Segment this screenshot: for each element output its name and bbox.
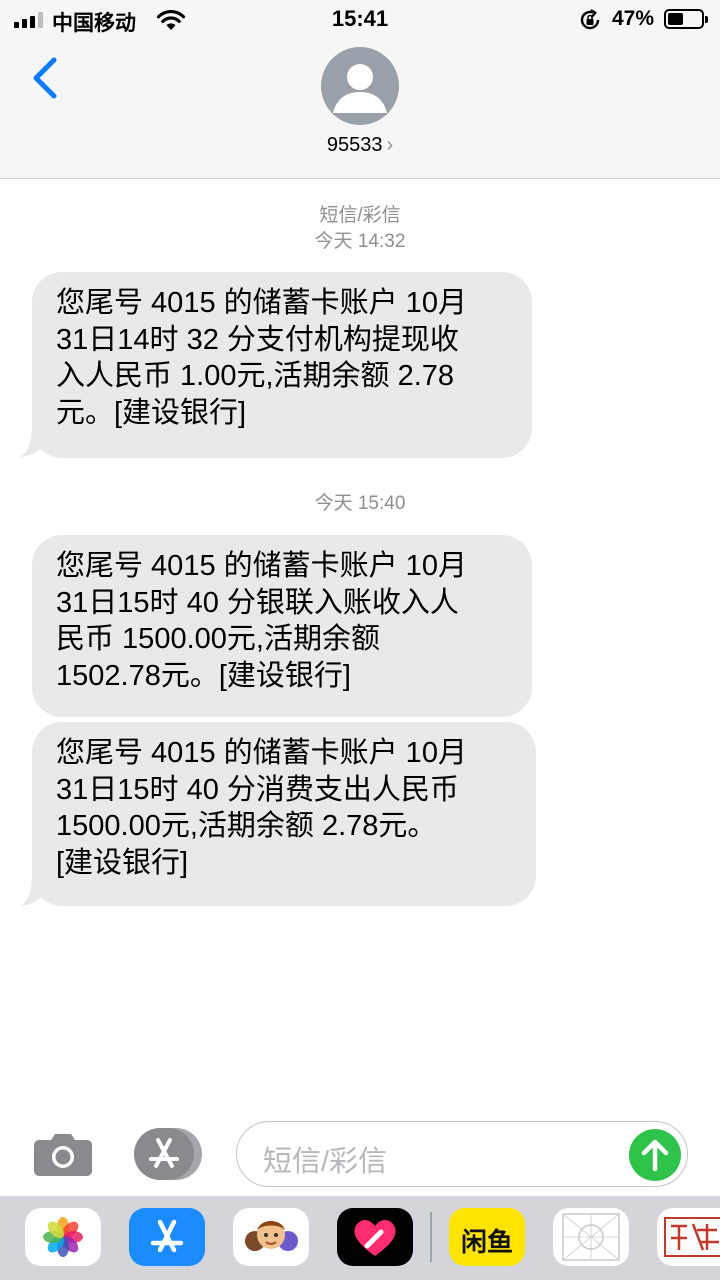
contact-name-button[interactable]: 95533 ›	[0, 134, 720, 157]
message-line: 您尾号 4015 的储蓄卡账户 10月	[56, 287, 467, 319]
send-button[interactable]	[629, 1129, 681, 1181]
message-line: 31日15时 40 分消费支出人民币	[56, 773, 459, 806]
message-line: 入人民币 1.00元,活期余额 2.78	[56, 360, 455, 392]
message-line: 您尾号 4015 的储蓄卡账户 10月	[56, 737, 467, 769]
orientation-lock-icon	[580, 9, 600, 30]
contact-avatar[interactable]	[321, 47, 399, 125]
app-store-app-icon[interactable]	[129, 1208, 205, 1266]
timestamp: 今天 14:32	[314, 231, 406, 252]
camera-button[interactable]	[33, 1132, 93, 1176]
person-icon	[333, 64, 387, 113]
timestamp: 今天 15:40	[314, 493, 406, 514]
message-line: 民币 1500.00元,活期余额	[56, 623, 380, 655]
status-bar: 中国移动 15:41 47%	[0, 0, 720, 40]
message-bubble[interactable]: 您尾号 4015 的储蓄卡账户 10月 31日15时 40 分消费支出人民币 1…	[32, 722, 536, 906]
photos-app-icon[interactable]	[25, 1208, 101, 1266]
xianyu-app-icon[interactable]: 闲鱼	[449, 1208, 525, 1266]
seal-stamp-app-icon[interactable]	[657, 1208, 720, 1266]
app-store-button[interactable]	[134, 1128, 204, 1180]
message-line: 31日15时 40 分银联入账收入人	[56, 586, 459, 619]
back-button[interactable]	[26, 52, 66, 104]
digital-touch-app-icon[interactable]	[337, 1208, 413, 1266]
contact-name: 95533	[326, 134, 383, 156]
xianyu-app-label: 闲鱼	[460, 1228, 513, 1258]
imessage-app-drawer: 闲鱼	[0, 1196, 720, 1280]
message-line: 1500.00元,活期余额 2.78元。	[56, 810, 437, 842]
conversation-header: 95533 ›	[0, 40, 720, 179]
message-line: [建设银行]	[56, 846, 189, 879]
message-bubble[interactable]: 您尾号 4015 的储蓄卡账户 10月 31日15时 40 分银联入账收入人 民…	[32, 535, 532, 717]
battery-icon	[664, 9, 708, 29]
message-bubble[interactable]: 您尾号 4015 的储蓄卡账户 10月 31日14时 32 分支付机构提现收 入…	[32, 272, 532, 458]
grid-stamp-app-icon[interactable]	[553, 1208, 629, 1266]
message-line: 1502.78元。[建设银行]	[56, 659, 351, 692]
message-line: 元。[建设银行]	[56, 396, 247, 429]
drawer-divider	[430, 1212, 432, 1262]
message-input[interactable]: 短信/彩信	[236, 1121, 688, 1187]
message-input-placeholder: 短信/彩信	[263, 1146, 388, 1178]
message-line: 31日14时 32 分支付机构提现收	[56, 323, 459, 356]
arrow-up-icon	[641, 1139, 669, 1172]
message-line: 您尾号 4015 的储蓄卡账户 10月	[56, 550, 467, 582]
chevron-right-icon: ›	[386, 134, 394, 156]
channel-label: 短信/彩信	[319, 205, 401, 226]
battery-percentage: 47%	[612, 7, 655, 30]
memoji-app-icon[interactable]	[233, 1208, 309, 1266]
